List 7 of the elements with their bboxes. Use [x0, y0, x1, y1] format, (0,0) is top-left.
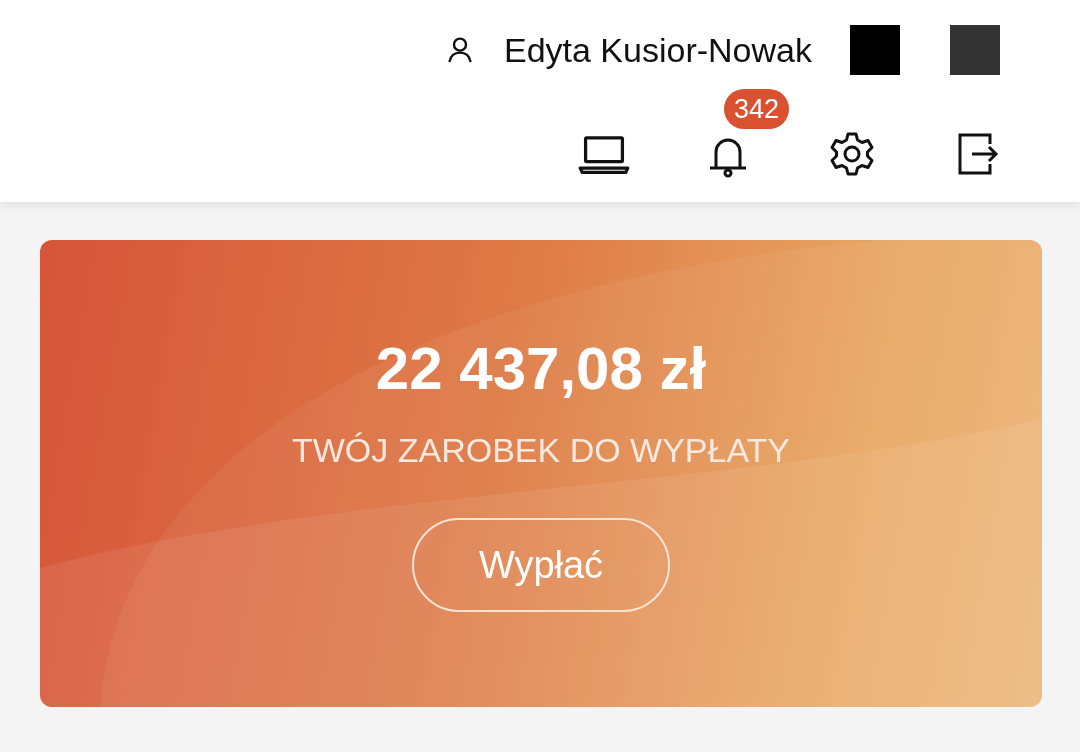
earnings-amount: 22 437,08 zł	[375, 334, 707, 403]
earnings-label: TWÓJ ZAROBEK DO WYPŁATY	[291, 431, 791, 470]
notification-badge: 342	[724, 89, 790, 129]
redaction-block	[850, 25, 900, 75]
redaction-block	[950, 25, 1000, 75]
user-name: Edyta Kusior-Nowak	[504, 30, 812, 70]
withdraw-button[interactable]: Wypłać	[412, 518, 670, 612]
